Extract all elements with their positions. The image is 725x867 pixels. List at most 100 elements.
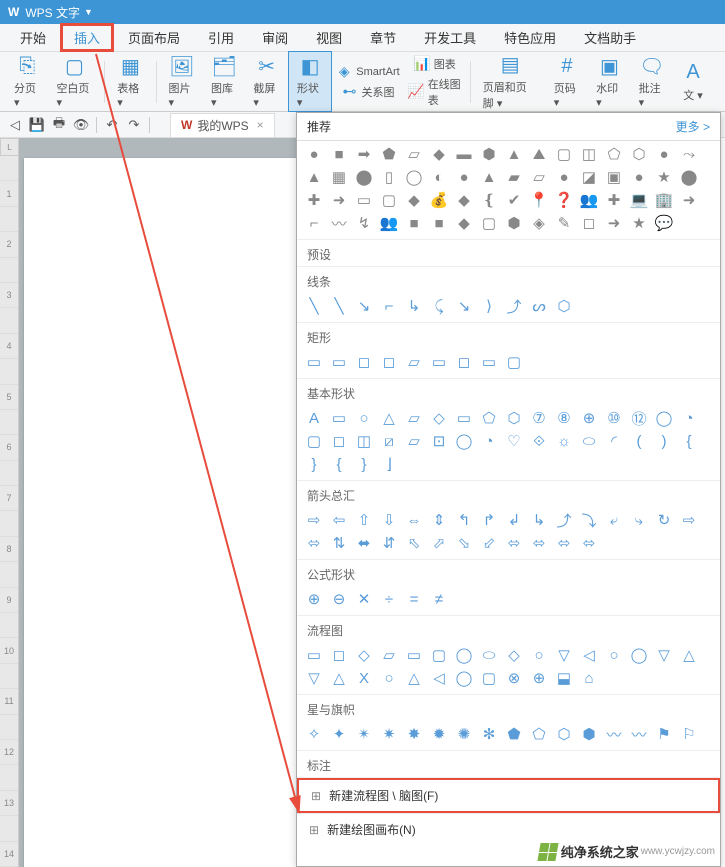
shape-item[interactable]: ⬡: [553, 724, 575, 744]
undo-icon[interactable]: ↶: [102, 115, 122, 135]
shape-item[interactable]: ◔: [678, 408, 700, 428]
shape-item[interactable]: ⬄: [528, 533, 550, 553]
shape-item[interactable]: ≠: [428, 589, 450, 609]
close-tab-icon[interactable]: ×: [257, 118, 264, 132]
shape-item[interactable]: ○: [353, 408, 375, 428]
panel-footer-item[interactable]: ⊞新建流程图 \ 脑图(F): [297, 778, 720, 813]
shape-item[interactable]: ▱: [403, 352, 425, 372]
ribbon-文[interactable]: A文 ▾: [673, 59, 713, 105]
shape-item[interactable]: (: [628, 431, 650, 451]
shape-item[interactable]: 〰: [628, 724, 650, 744]
menu-item-3[interactable]: 引用: [194, 23, 248, 52]
shape-item[interactable]: ◯: [453, 645, 475, 665]
shape-item[interactable]: ◯: [403, 167, 425, 187]
shape-item[interactable]: ▢: [503, 352, 525, 372]
shape-item[interactable]: 👥: [578, 190, 600, 210]
menu-item-7[interactable]: 开发工具: [410, 23, 490, 52]
shape-item[interactable]: ◜: [603, 431, 625, 451]
shape-item[interactable]: ◯: [628, 645, 650, 665]
shape-item[interactable]: 〰: [603, 724, 625, 744]
shape-item[interactable]: ★: [628, 213, 650, 233]
shape-item[interactable]: ◪: [578, 167, 600, 187]
shape-item[interactable]: A: [303, 408, 325, 428]
document-page[interactable]: [24, 158, 296, 867]
shape-item[interactable]: ✹: [428, 724, 450, 744]
shape-item[interactable]: X: [353, 668, 375, 688]
shape-item[interactable]: ⬀: [428, 533, 450, 553]
shape-item[interactable]: ⑧: [553, 408, 575, 428]
ribbon-批注[interactable]: 🗨批注 ▾: [631, 52, 673, 111]
shape-item[interactable]: ⧄: [378, 431, 400, 451]
menu-item-4[interactable]: 审阅: [248, 23, 302, 52]
shape-item[interactable]: ◻: [453, 352, 475, 372]
shape-item[interactable]: ⬄: [578, 533, 600, 553]
shape-item[interactable]: ▢: [378, 190, 400, 210]
shape-item[interactable]: ✧: [303, 724, 325, 744]
shape-item[interactable]: ◻: [353, 352, 375, 372]
shape-item[interactable]: }: [353, 454, 375, 474]
shape-item[interactable]: ⑩: [603, 408, 625, 428]
shape-item[interactable]: ▲: [478, 167, 500, 187]
menu-item-0[interactable]: 开始: [6, 23, 60, 52]
shape-item[interactable]: ☼: [553, 431, 575, 451]
shape-item[interactable]: ↳: [528, 510, 550, 530]
shape-item[interactable]: ⬢: [478, 144, 500, 164]
shape-item[interactable]: ⬁: [403, 533, 425, 553]
menu-item-6[interactable]: 章节: [356, 23, 410, 52]
shape-item[interactable]: ✺: [453, 724, 475, 744]
shape-item[interactable]: ▽: [553, 645, 575, 665]
shape-item[interactable]: ▱: [403, 431, 425, 451]
shape-item[interactable]: ✎: [553, 213, 575, 233]
shape-item[interactable]: ❴: [478, 190, 500, 210]
shape-item[interactable]: ▭: [328, 408, 350, 428]
shape-item[interactable]: ◈: [528, 213, 550, 233]
shape-item[interactable]: ◇: [428, 408, 450, 428]
shape-item[interactable]: ↳: [403, 296, 425, 316]
shape-item[interactable]: ●: [553, 167, 575, 187]
shape-item[interactable]: }: [303, 454, 325, 474]
shape-item[interactable]: ▭: [303, 645, 325, 665]
menu-item-1[interactable]: 插入: [60, 23, 114, 52]
ribbon-形状[interactable]: ◧形状 ▾: [288, 51, 332, 112]
shape-item[interactable]: ⬓: [553, 668, 575, 688]
shape-item[interactable]: =: [403, 589, 425, 609]
shape-item[interactable]: ◆: [453, 190, 475, 210]
shape-item[interactable]: ⬠: [528, 724, 550, 744]
shape-item[interactable]: ▢: [303, 431, 325, 451]
shape-item[interactable]: ➡: [353, 144, 375, 164]
shape-item[interactable]: ▱: [403, 144, 425, 164]
shape-item[interactable]: ⬡: [503, 408, 525, 428]
panel-footer-item[interactable]: ⊞新建绘图画布(N): [297, 813, 720, 845]
shape-item[interactable]: ◆: [428, 144, 450, 164]
shape-item[interactable]: ◇: [503, 645, 525, 665]
shape-item[interactable]: {: [328, 454, 350, 474]
shape-item[interactable]: ◯: [653, 408, 675, 428]
shape-item[interactable]: ◻: [578, 213, 600, 233]
shape-item[interactable]: ○: [378, 668, 400, 688]
shape-item[interactable]: ⬭: [578, 431, 600, 451]
menu-item-2[interactable]: 页面布局: [114, 23, 194, 52]
shape-item[interactable]: ↱: [478, 510, 500, 530]
shape-item[interactable]: ◆: [453, 213, 475, 233]
ribbon-页码[interactable]: #页码 ▾: [546, 52, 588, 111]
shape-item[interactable]: ◁: [578, 645, 600, 665]
shape-item[interactable]: ◁: [428, 668, 450, 688]
shape-item[interactable]: ○: [603, 645, 625, 665]
shape-item[interactable]: ⚑: [653, 724, 675, 744]
shape-item[interactable]: ▢: [478, 213, 500, 233]
shape-item[interactable]: ⤵: [578, 510, 600, 530]
menu-item-9[interactable]: 文档助手: [570, 23, 650, 52]
shape-item[interactable]: ↻: [653, 510, 675, 530]
ribbon-small-关系图[interactable]: ⊷关系图: [332, 82, 403, 102]
shape-item[interactable]: ■: [428, 213, 450, 233]
shape-item[interactable]: ◫: [353, 431, 375, 451]
shape-item[interactable]: ▱: [528, 167, 550, 187]
shape-item[interactable]: ⬟: [503, 724, 525, 744]
shape-item[interactable]: ✔: [503, 190, 525, 210]
shape-item[interactable]: ⤹: [428, 296, 450, 316]
more-link[interactable]: 更多 >: [676, 118, 710, 135]
shape-item[interactable]: ⬠: [603, 144, 625, 164]
shape-item[interactable]: ⬭: [478, 645, 500, 665]
shape-item[interactable]: ▬: [453, 144, 475, 164]
shape-item[interactable]: ➜: [328, 190, 350, 210]
